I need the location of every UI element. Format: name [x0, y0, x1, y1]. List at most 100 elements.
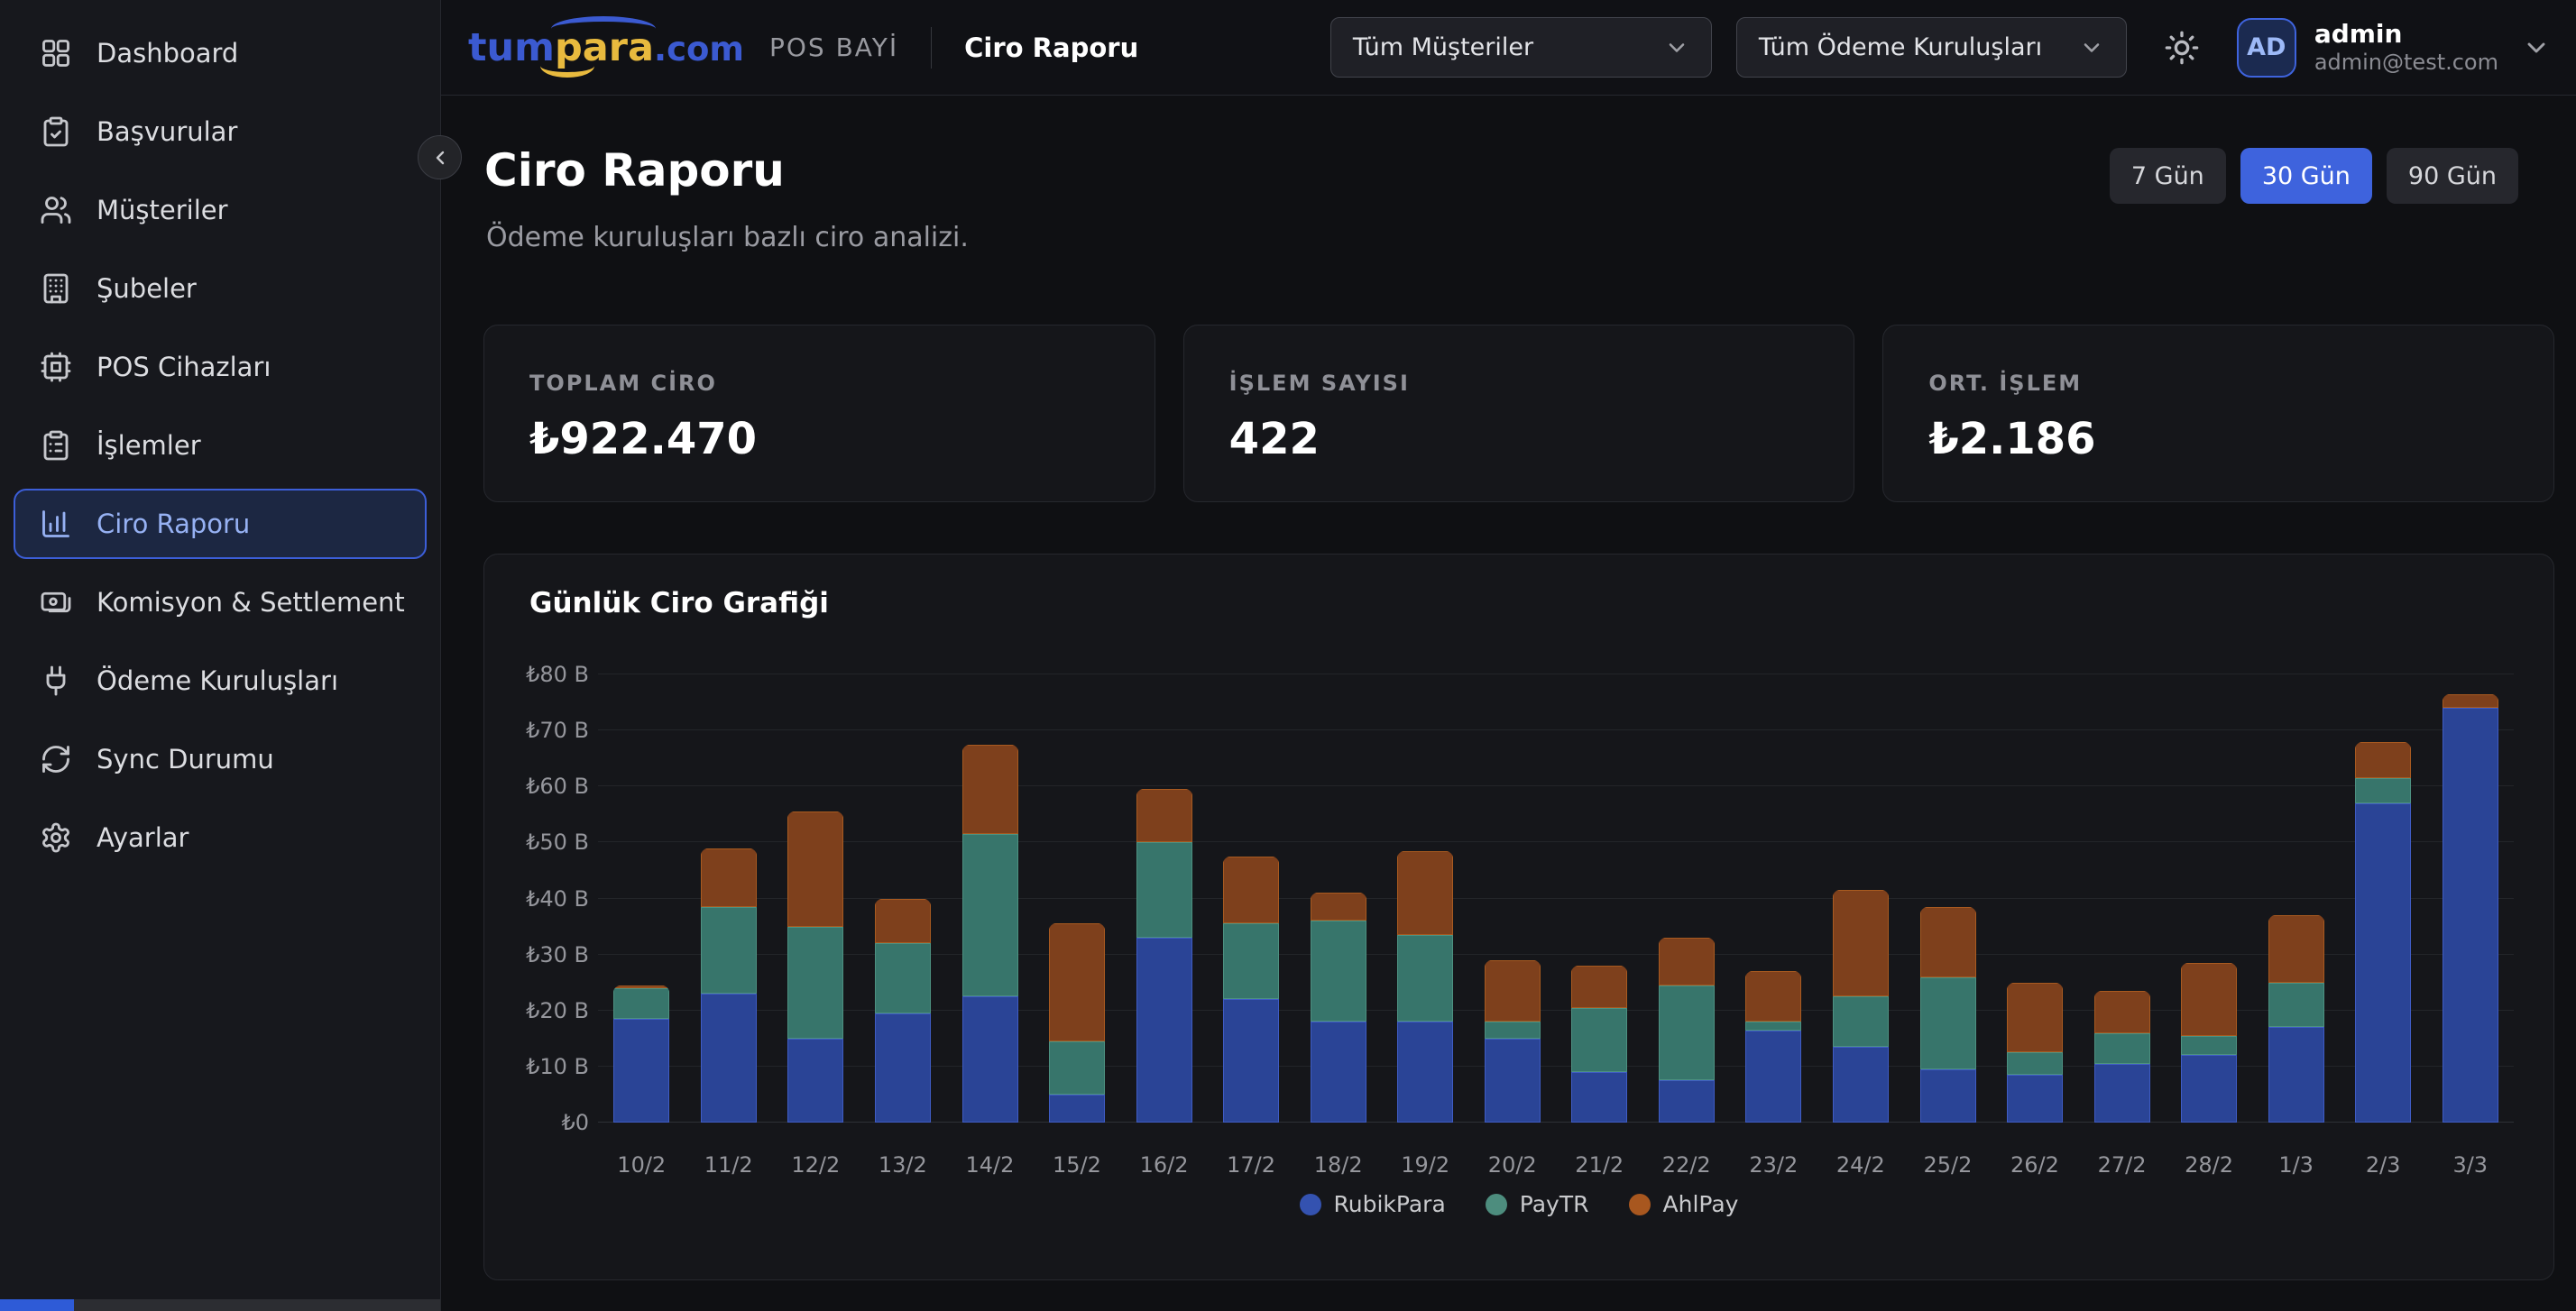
bar-segment-paytr	[875, 943, 931, 1013]
period-button-group: 7 Gün30 Gün 90 Gün	[2110, 148, 2518, 204]
chart-bar-2-3[interactable]	[2355, 742, 2411, 1123]
bar-segment-rubikpara	[2355, 803, 2411, 1123]
sidebar-horizontal-scrollbar[interactable]	[0, 1299, 440, 1311]
bar-segment-ahlpay	[2355, 742, 2411, 778]
chart-bar-27-2[interactable]	[2094, 991, 2150, 1123]
bar-segment-paytr	[2181, 1036, 2237, 1056]
scrollbar-thumb[interactable]	[0, 1299, 74, 1311]
chart-bar-1-3[interactable]	[2268, 915, 2324, 1123]
bar-segment-rubikpara	[787, 1039, 843, 1123]
chart-bar-16-2[interactable]	[1136, 789, 1192, 1123]
providers-filter-dropdown[interactable]: Tüm Ödeme Kuruluşları	[1736, 17, 2127, 78]
chart-bar-19-2[interactable]	[1397, 851, 1453, 1123]
bar-segment-rubikpara	[1571, 1072, 1627, 1123]
x-axis-label: 1/3	[2252, 1152, 2340, 1178]
sidebar-item-label: İşlemler	[97, 430, 201, 461]
bar-segment-ahlpay	[875, 899, 931, 944]
sidebar-item-ba-vurular[interactable]: Başvurular	[14, 96, 427, 167]
sidebar-item-sync-durumu[interactable]: Sync Durumu	[14, 724, 427, 794]
customers-filter-dropdown[interactable]: Tüm Müşteriler	[1330, 17, 1712, 78]
chart-bar-23-2[interactable]	[1745, 971, 1801, 1123]
stat-value: ₺922.470	[529, 414, 1109, 464]
legend-item-rubikpara[interactable]: RubikPara	[1300, 1191, 1446, 1217]
settings-icon	[40, 821, 72, 854]
sidebar-item-label: Şubeler	[97, 273, 197, 304]
bar-segment-rubikpara	[1745, 1031, 1801, 1123]
x-axis-label: 15/2	[1034, 1152, 1121, 1178]
top-header: tumpara.com POS BAYİ Ciro Raporu Tüm Müş…	[441, 0, 2576, 96]
gridline	[598, 841, 2514, 842]
chevron-down-icon	[2079, 35, 2104, 60]
bar-segment-paytr	[1571, 1008, 1627, 1072]
chart-bar-17-2[interactable]	[1223, 857, 1279, 1123]
legend-item-paytr[interactable]: PayTR	[1486, 1191, 1589, 1217]
chart-bar-12-2[interactable]	[787, 811, 843, 1123]
chevron-down-icon	[1664, 35, 1689, 60]
chart-bar-22-2[interactable]	[1659, 938, 1715, 1123]
sidebar-collapse-button[interactable]	[418, 135, 462, 179]
legend-label: RubikPara	[1334, 1191, 1446, 1217]
bar-segment-ahlpay	[1223, 857, 1279, 924]
chart-bar-10-2[interactable]	[613, 986, 669, 1123]
user-email: admin@test.com	[2314, 50, 2498, 76]
logo[interactable]: tumpara.com	[468, 25, 744, 70]
chart-bar-21-2[interactable]	[1571, 966, 1627, 1123]
chart-bar-11-2[interactable]	[701, 848, 757, 1123]
x-axis-label: 12/2	[772, 1152, 860, 1178]
chart-bar-25-2[interactable]	[1920, 907, 1976, 1123]
sidebar-item-komisyon-settlement[interactable]: Komisyon & Settlement	[14, 567, 427, 637]
chart-bar-28-2[interactable]	[2181, 963, 2237, 1123]
sidebar-item-ubeler[interactable]: Şubeler	[14, 253, 427, 324]
bar-segment-ahlpay	[2007, 983, 2063, 1053]
sidebar-item-label: Ayarlar	[97, 822, 189, 853]
sidebar-item-pos-cihazlar[interactable]: POS Cihazları	[14, 332, 427, 402]
chart-plot: 10/211/212/213/214/215/216/217/218/219/2…	[598, 674, 2514, 1123]
chart-bar-13-2[interactable]	[875, 899, 931, 1123]
user-menu[interactable]: AD admin admin@test.com	[2237, 18, 2551, 78]
legend-label: PayTR	[1520, 1191, 1589, 1217]
sidebar-item-m-teriler[interactable]: Müşteriler	[14, 175, 427, 245]
page-title: Ciro Raporu	[484, 144, 785, 197]
bar-segment-rubikpara	[1920, 1069, 1976, 1123]
sidebar-item-label: Sync Durumu	[97, 744, 274, 775]
bar-segment-ahlpay	[1833, 890, 1889, 996]
chart-bar-3-3[interactable]	[2443, 694, 2498, 1123]
bar-segment-paytr	[787, 927, 843, 1039]
bar-segment-paytr	[1659, 986, 1715, 1081]
bar-segment-ahlpay	[701, 848, 757, 907]
stat-card-i-lem-sayisi: İŞLEM SAYISI422	[1183, 325, 1855, 502]
sidebar-item-i-lemler[interactable]: İşlemler	[14, 410, 427, 481]
bar-segment-paytr	[2094, 1033, 2150, 1064]
sidebar-item-dashboard[interactable]: Dashboard	[14, 18, 427, 88]
chart-bar-24-2[interactable]	[1833, 890, 1889, 1123]
stat-label: TOPLAM CİRO	[529, 371, 1109, 396]
chevron-left-icon	[429, 147, 451, 169]
chart-bar-18-2[interactable]	[1311, 893, 1366, 1123]
sidebar-item-deme-kurulu-lar[interactable]: Ödeme Kuruluşları	[14, 646, 427, 716]
clipboard-check-icon	[40, 115, 72, 148]
period-button-30-g-n[interactable]: 30 Gün	[2240, 148, 2372, 204]
legend-item-ahlpay[interactable]: AhlPay	[1629, 1191, 1739, 1217]
cpu-icon	[40, 351, 72, 383]
period-button-7-g-n[interactable]: 7 Gün	[2110, 148, 2226, 204]
bar-segment-rubikpara	[2007, 1075, 2063, 1123]
period-button-90-g-n[interactable]: 90 Gün	[2387, 148, 2518, 204]
chart-bar-20-2[interactable]	[1485, 960, 1541, 1123]
legend-dot	[1486, 1194, 1507, 1215]
chart-bar-26-2[interactable]	[2007, 983, 2063, 1123]
sidebar-item-label: Ödeme Kuruluşları	[97, 665, 338, 696]
bar-segment-paytr	[1745, 1022, 1801, 1030]
chart-bar-15-2[interactable]	[1049, 923, 1105, 1123]
bar-segment-ahlpay	[2268, 915, 2324, 983]
sidebar-item-ciro-raporu[interactable]: Ciro Raporu	[14, 489, 427, 559]
stat-label: İŞLEM SAYISI	[1229, 371, 1809, 396]
theme-toggle-button[interactable]	[2164, 30, 2200, 66]
x-axis-label: 10/2	[598, 1152, 685, 1178]
x-axis-label: 28/2	[2166, 1152, 2253, 1178]
sidebar-item-ayarlar[interactable]: Ayarlar	[14, 802, 427, 873]
page-subtitle: Ödeme kuruluşları bazlı ciro analizi.	[486, 222, 969, 253]
chart-bar-14-2[interactable]	[962, 745, 1018, 1123]
sidebar-item-label: Başvurular	[97, 116, 237, 147]
bar-segment-paytr	[613, 988, 669, 1019]
header-divider	[931, 27, 932, 69]
